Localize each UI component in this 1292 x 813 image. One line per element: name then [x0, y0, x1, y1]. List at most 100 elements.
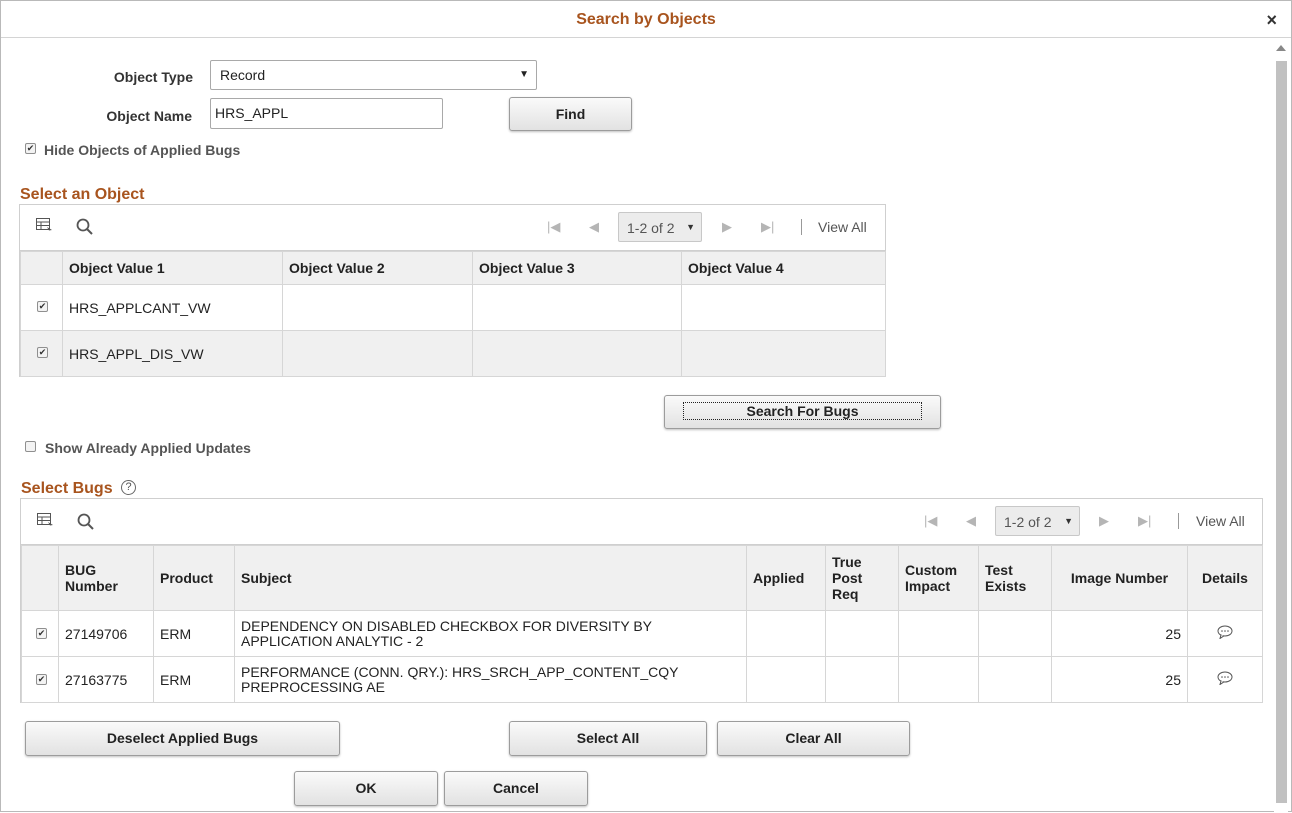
object-value-4-cell: [681, 284, 886, 331]
details-comment-icon[interactable]: [1217, 671, 1233, 686]
search-by-objects-dialog: Search by Objects × Object Type Record ▼…: [0, 0, 1292, 813]
objects-view-all-link[interactable]: View All: [818, 219, 867, 235]
personalize-grid-icon[interactable]: [37, 513, 54, 533]
subject-cell: PERFORMANCE (CONN. QRY.): HRS_SRCH_APP_C…: [234, 656, 747, 703]
dialog-titlebar: Search by Objects ×: [1, 1, 1291, 38]
product-cell: ERM: [153, 610, 235, 657]
select-all-button[interactable]: Select All: [509, 721, 707, 756]
bugs-pager-value: 1-2 of 2: [1004, 514, 1052, 530]
subject-cell: DEPENDENCY ON DISABLED CHECKBOX FOR DIVE…: [234, 610, 747, 657]
show-applied-label: Show Already Applied Updates: [45, 440, 251, 456]
subject-header: Subject: [234, 545, 747, 611]
row-checkbox[interactable]: [36, 628, 47, 639]
applied-cell: [746, 610, 826, 657]
row-select-cell[interactable]: [20, 330, 63, 377]
vertical-scrollbar[interactable]: [1274, 41, 1288, 813]
clear-all-button[interactable]: Clear All: [717, 721, 910, 756]
bug-number-cell: 27149706: [58, 610, 154, 657]
object-value-3-cell: [472, 284, 682, 331]
applied-header: Applied: [746, 545, 826, 611]
image-number-header: Image Number: [1051, 545, 1188, 611]
next-page-icon[interactable]: ▶: [1099, 513, 1109, 529]
details-comment-icon[interactable]: [1217, 625, 1233, 640]
scrollbar-thumb[interactable]: [1276, 61, 1287, 803]
true-post-req-header: True Post Req: [825, 545, 899, 611]
dropdown-caret-icon: ▼: [686, 222, 695, 232]
row-checkbox[interactable]: [36, 674, 47, 685]
search-icon[interactable]: [76, 218, 93, 240]
last-page-icon[interactable]: ▶|: [761, 219, 774, 235]
dropdown-caret-icon: ▼: [519, 69, 529, 80]
true-post-req-cell: [825, 610, 899, 657]
personalize-grid-icon[interactable]: [36, 218, 53, 238]
objects-header-row: Object Value 1 Object Value 2 Object Val…: [20, 251, 886, 285]
test-exists-cell: [978, 610, 1052, 657]
toolbar-divider: [1178, 513, 1179, 529]
table-row[interactable]: 27149706 ERM DEPENDENCY ON DISABLED CHEC…: [21, 610, 1263, 657]
first-page-icon[interactable]: |◀: [547, 219, 560, 235]
hide-applied-checkbox[interactable]: [25, 143, 36, 154]
scroll-up-arrow-icon[interactable]: [1276, 45, 1286, 51]
row-select-cell[interactable]: [21, 656, 59, 703]
toolbar-divider: [801, 219, 802, 235]
test-exists-header: Test Exists: [978, 545, 1052, 611]
hide-applied-label: Hide Objects of Applied Bugs: [44, 142, 241, 158]
ok-button[interactable]: OK: [294, 771, 438, 806]
custom-impact-header: Custom Impact: [898, 545, 979, 611]
table-row[interactable]: HRS_APPL_DIS_VW: [20, 330, 886, 377]
details-cell[interactable]: [1187, 656, 1263, 703]
help-icon[interactable]: ?: [121, 480, 136, 495]
custom-impact-cell: [898, 610, 979, 657]
bugs-view-all-link[interactable]: View All: [1196, 513, 1245, 529]
select-column-header: [21, 545, 59, 611]
image-number-cell: 25: [1051, 610, 1188, 657]
first-page-icon[interactable]: |◀: [924, 513, 937, 529]
object-value-1-cell: HRS_APPLCANT_VW: [62, 284, 283, 331]
objects-grid: |◀ ◀ 1-2 of 2 ▼ ▶ ▶| View All Object Val…: [19, 204, 886, 377]
true-post-req-cell: [825, 656, 899, 703]
row-select-cell[interactable]: [20, 284, 63, 331]
bugs-header-row: BUG Number Product Subject Applied True Po…: [21, 545, 1263, 611]
last-page-icon[interactable]: ▶|: [1138, 513, 1151, 529]
object-value-4-header: Object Value 4: [681, 251, 886, 285]
table-row[interactable]: 27163775 ERM PERFORMANCE (CONN. QRY.): H…: [21, 656, 1263, 703]
select-column-header: [20, 251, 63, 285]
object-value-2-cell: [282, 330, 473, 377]
previous-page-icon[interactable]: ◀: [966, 513, 976, 529]
dialog-title: Search by Objects: [576, 11, 716, 28]
table-row[interactable]: HRS_APPLCANT_VW: [20, 284, 886, 331]
next-page-icon[interactable]: ▶: [722, 219, 732, 235]
details-cell[interactable]: [1187, 610, 1263, 657]
object-name-label: Object Name: [106, 108, 192, 124]
search-for-bugs-button[interactable]: Search For Bugs: [664, 395, 941, 429]
object-value-2-header: Object Value 2: [282, 251, 473, 285]
image-number-cell: 25: [1051, 656, 1188, 703]
object-value-1-header: Object Value 1: [62, 251, 283, 285]
row-checkbox[interactable]: [37, 347, 48, 358]
bugs-grid: |◀ ◀ 1-2 of 2 ▼ ▶ ▶| View All BUG Number …: [20, 498, 1263, 703]
bug-number-header: BUG Number: [58, 545, 154, 611]
applied-cell: [746, 656, 826, 703]
object-type-select[interactable]: Record ▼: [210, 60, 537, 90]
close-icon[interactable]: ×: [1266, 10, 1277, 30]
objects-pager-select[interactable]: 1-2 of 2 ▼: [618, 212, 702, 242]
cancel-button[interactable]: Cancel: [444, 771, 588, 806]
details-header: Details: [1187, 545, 1263, 611]
row-checkbox[interactable]: [37, 301, 48, 312]
find-button[interactable]: Find: [509, 97, 632, 131]
object-name-input[interactable]: HRS_APPL: [210, 98, 443, 129]
select-object-title: Select an Object: [20, 186, 145, 203]
objects-pager-value: 1-2 of 2: [627, 220, 675, 236]
object-type-value: Record: [220, 67, 266, 83]
deselect-applied-bugs-button[interactable]: Deselect Applied Bugs: [25, 721, 340, 756]
bugs-table: BUG Number Product Subject Applied True Po…: [21, 545, 1263, 703]
bug-number-cell: 27163775: [58, 656, 154, 703]
show-applied-checkbox[interactable]: [25, 441, 36, 452]
object-value-1-cell: HRS_APPL_DIS_VW: [62, 330, 283, 377]
custom-impact-cell: [898, 656, 979, 703]
search-icon[interactable]: [77, 513, 94, 535]
previous-page-icon[interactable]: ◀: [589, 219, 599, 235]
bugs-pager-select[interactable]: 1-2 of 2 ▼: [995, 506, 1080, 536]
object-value-2-cell: [282, 284, 473, 331]
row-select-cell[interactable]: [21, 610, 59, 657]
